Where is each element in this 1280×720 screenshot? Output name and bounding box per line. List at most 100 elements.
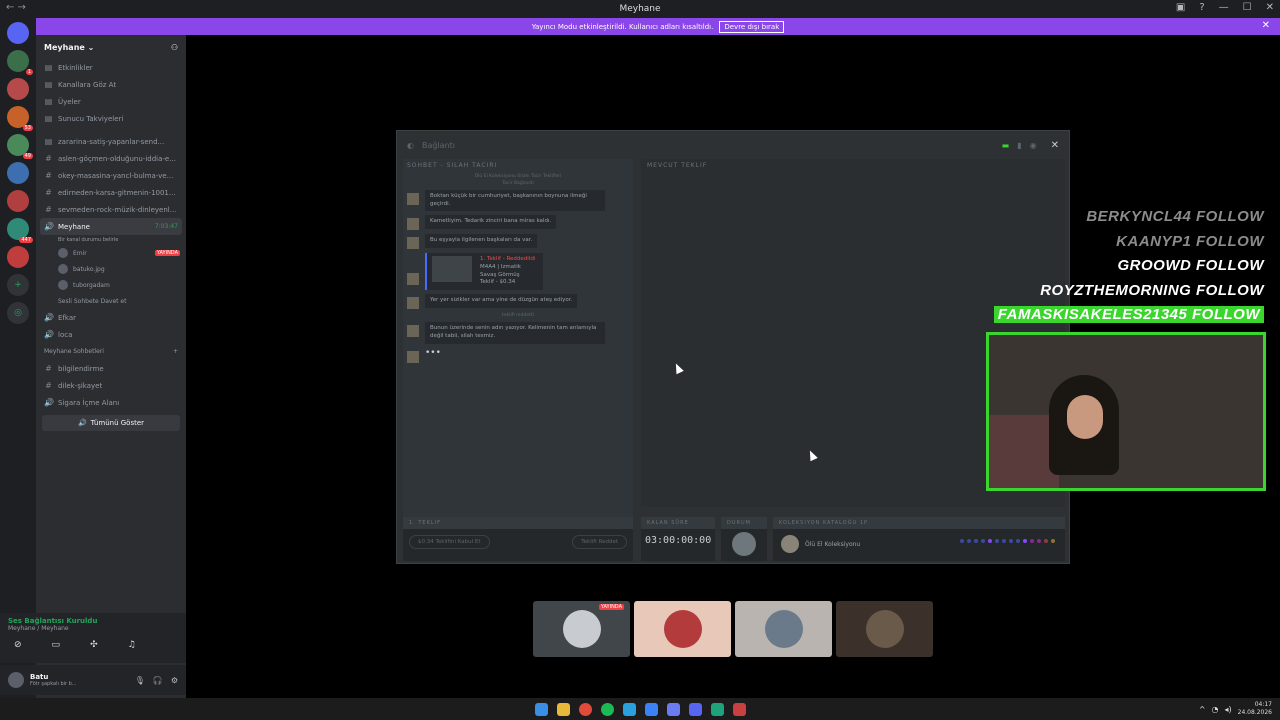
app-icon[interactable] bbox=[644, 702, 658, 716]
close-icon[interactable]: ✕ bbox=[1051, 140, 1059, 151]
voice-user-name: tuborgadam bbox=[73, 281, 110, 289]
discover-icon[interactable]: ◎ bbox=[7, 302, 29, 324]
activities-icon[interactable]: ✣ bbox=[90, 640, 98, 650]
hidden-channel-icon: ▤ bbox=[44, 137, 53, 146]
hash-icon: # bbox=[45, 188, 52, 197]
server-icon[interactable]: 1 bbox=[7, 50, 33, 75]
voice-channel[interactable]: 🔊 loca bbox=[36, 326, 186, 343]
chat-header: SOHBET - SILAH TACIRI bbox=[407, 162, 498, 169]
sidebar-item-browse-channels[interactable]: ▤ Kanallara Göz At bbox=[36, 76, 186, 93]
show-all-button[interactable]: 🔊 Tümünü Göster bbox=[42, 415, 180, 431]
gear-icon[interactable]: ⚙ bbox=[171, 676, 178, 685]
banner-close-icon[interactable]: ✕ bbox=[1262, 20, 1270, 31]
voice-connected-sub: Meyhane / Meyhane bbox=[8, 625, 69, 632]
sidebar-item-members[interactable]: ▤ Üyeler bbox=[36, 93, 186, 110]
add-server-icon[interactable]: + bbox=[7, 274, 29, 296]
minimize-button[interactable]: — bbox=[1219, 2, 1229, 13]
sidebar-item-calendar[interactable]: ▤ Etkinlikler bbox=[36, 59, 186, 76]
invite-voice-item[interactable]: Sesli Sohbete Davet et bbox=[36, 293, 186, 309]
text-channel[interactable]: # okey-masasina-yancl-bulma-ve... bbox=[36, 167, 186, 184]
microphone-icon[interactable]: 🎙 bbox=[135, 676, 145, 685]
voice-channel-meyhane[interactable]: 🔊 Meyhane 7:03:47 bbox=[40, 218, 182, 235]
app-icon[interactable] bbox=[710, 702, 724, 716]
offer-card[interactable]: 1. Teklif - Reddedildi M4A4 | Izmatik Sa… bbox=[425, 253, 543, 291]
avatar[interactable] bbox=[8, 672, 24, 688]
channel-label: edirneden-karsa-gitmenin-1001... bbox=[58, 188, 176, 197]
voice-channel-smoke[interactable]: 🔊 Sigara İçme Alanı bbox=[36, 394, 186, 411]
voice-user[interactable]: batuko.jpg bbox=[36, 261, 186, 277]
disable-streamer-mode-button[interactable]: Devre dışı bırak bbox=[719, 20, 785, 33]
clock-date: 24.08.2026 bbox=[1237, 709, 1272, 716]
merchant-chat-panel: SOHBET - SILAH TACIRI Ölü El Koleksiyonu… bbox=[403, 159, 633, 559]
server-icon[interactable] bbox=[7, 246, 29, 268]
hash-icon: # bbox=[45, 171, 52, 180]
screen-share-icon[interactable]: ▭ bbox=[52, 640, 61, 650]
discord-icon[interactable] bbox=[688, 702, 702, 716]
text-channel[interactable]: # sevmeden-rock-müzik-dinleyenl... bbox=[36, 201, 186, 218]
volume-icon[interactable]: ◂) bbox=[1225, 705, 1232, 714]
participant-tile[interactable] bbox=[836, 601, 933, 657]
clock[interactable]: 04:17 24.08.2026 bbox=[1238, 701, 1272, 717]
wifi-icon[interactable]: ◔ bbox=[1212, 705, 1219, 714]
server-header[interactable]: Meyhane ⌄ ⚇ bbox=[36, 35, 186, 59]
accept-offer-button[interactable]: $0.34 Teklifini Kabul Et bbox=[409, 535, 490, 549]
server-icon[interactable] bbox=[7, 190, 29, 212]
server-icon[interactable] bbox=[7, 78, 29, 100]
category-header[interactable]: Meyhane Sohbetleri + bbox=[36, 343, 186, 360]
help-icon[interactable]: ? bbox=[1199, 2, 1204, 13]
voice-connected-title[interactable]: Ses Bağlantısı Kuruldu bbox=[8, 617, 178, 625]
chrome-icon[interactable] bbox=[578, 702, 592, 716]
soundboard-icon[interactable]: ♫ bbox=[128, 640, 136, 650]
text-channel[interactable]: # dilek-şikayet bbox=[36, 377, 186, 394]
discord-home-icon[interactable] bbox=[7, 22, 29, 44]
windows-taskbar: ^ ◔ ◂) 04:17 24.08.2026 bbox=[0, 698, 1280, 720]
voice-channel[interactable]: 🔊 Efkar bbox=[36, 309, 186, 326]
file-explorer-icon[interactable] bbox=[556, 702, 570, 716]
channel-sidebar: Meyhane ⌄ ⚇ ▤ Etkinlikler ▤ Kanallara Göz A… bbox=[36, 35, 186, 698]
add-channel-icon[interactable]: + bbox=[173, 348, 178, 355]
obs-icon[interactable] bbox=[732, 702, 746, 716]
telegram-icon[interactable] bbox=[622, 702, 636, 716]
collection-catalog-box: KOLEKSIYON KATALOĞU 1P Ölü El Koleksiyon… bbox=[773, 517, 1065, 561]
voice-user-name: batuko.jpg bbox=[73, 265, 105, 273]
steam-icon[interactable] bbox=[666, 702, 680, 716]
server-icon[interactable]: 49 bbox=[7, 134, 33, 159]
participant-tile[interactable]: YAYINDA bbox=[533, 601, 630, 657]
headset-icon[interactable]: 🎧 bbox=[153, 676, 163, 685]
participant-avatar bbox=[562, 610, 601, 648]
voice-user[interactable]: Emir YAYINDA bbox=[36, 245, 186, 261]
sidebar-item-boost[interactable]: ▤ Sunucu Takviyeleri bbox=[36, 110, 186, 127]
text-channel[interactable]: ▤ zararina-satiş-yapanlar-send... bbox=[36, 133, 186, 150]
server-icon[interactable] bbox=[7, 162, 29, 184]
close-window-button[interactable]: ✕ bbox=[1266, 2, 1274, 13]
nav-arrows-icon[interactable]: ← → bbox=[6, 2, 26, 13]
reject-offer-button[interactable]: Teklifi Reddet bbox=[572, 535, 627, 549]
channel-status[interactable]: Bir kanal durumu belirle bbox=[36, 235, 186, 245]
inbox-icon[interactable]: ▣ bbox=[1176, 2, 1185, 13]
add-member-icon[interactable]: ⚇ bbox=[171, 43, 178, 52]
rarity-dot bbox=[1037, 539, 1041, 543]
start-icon[interactable] bbox=[534, 702, 548, 716]
text-channel[interactable]: # aslen-göçmen-olduğunu-iddia-e... bbox=[36, 150, 186, 167]
camera-off-icon[interactable]: ⊘ bbox=[14, 640, 22, 650]
chat-message: Boktan küçük bir cumhuriyet, başkanının … bbox=[407, 190, 629, 212]
channel-label: aslen-göçmen-olduğunu-iddia-e... bbox=[58, 154, 176, 163]
server-icon[interactable]: 53 bbox=[7, 106, 33, 131]
follow-alert: KAANYP1 FOLLOW bbox=[1116, 232, 1264, 250]
participant-tile[interactable] bbox=[735, 601, 832, 657]
server-icon[interactable]: 447 bbox=[7, 218, 33, 243]
participant-avatar bbox=[865, 610, 904, 648]
maximize-button[interactable]: ☐ bbox=[1243, 2, 1252, 13]
status-emblem-icon bbox=[732, 532, 756, 556]
spotify-icon[interactable] bbox=[600, 702, 614, 716]
sidebar-item-label: Sunucu Takviyeleri bbox=[58, 114, 124, 123]
text-channel[interactable]: # bilgilendirme bbox=[36, 360, 186, 377]
status-label: DURUM bbox=[721, 517, 767, 529]
browse-channels-icon: ▤ bbox=[44, 80, 53, 89]
voice-user[interactable]: tuborgadam bbox=[36, 277, 186, 293]
rarity-dot bbox=[1002, 539, 1006, 543]
text-channel[interactable]: # edirneden-karsa-gitmenin-1001... bbox=[36, 184, 186, 201]
offer-wear: Savaş Görmüş bbox=[480, 271, 520, 278]
chevron-up-icon[interactable]: ^ bbox=[1199, 705, 1206, 714]
participant-tile[interactable] bbox=[634, 601, 731, 657]
